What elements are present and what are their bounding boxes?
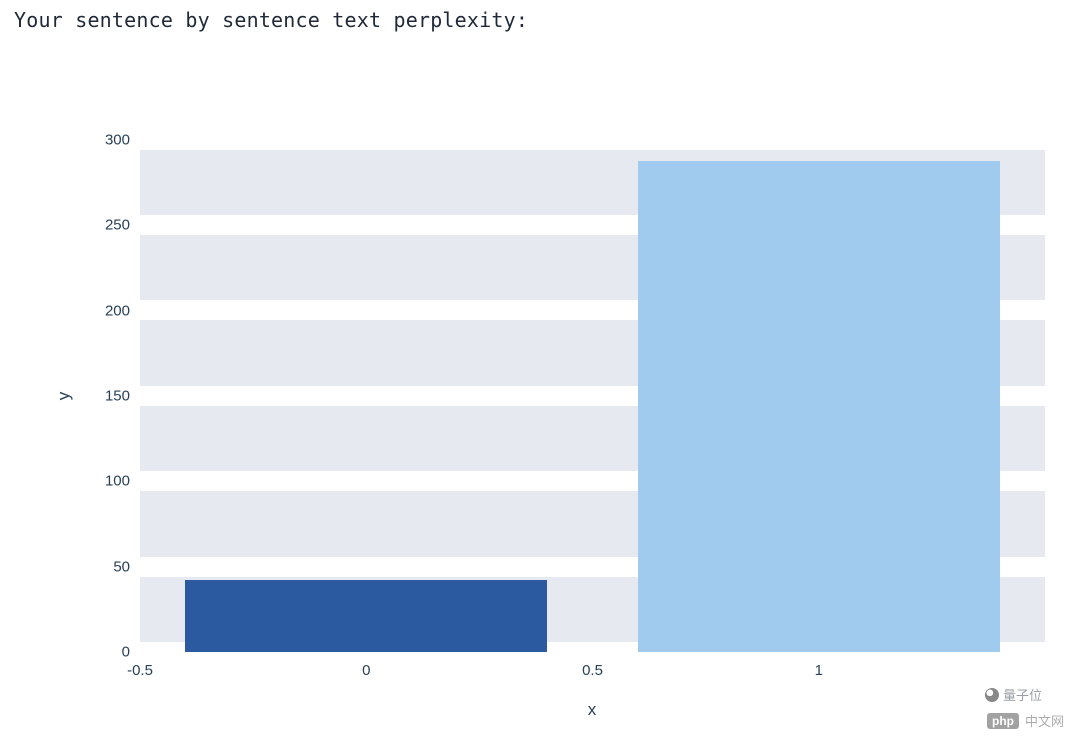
bar-1: [638, 161, 1000, 653]
y-tick-label: 100: [70, 473, 130, 490]
x-tick-label: 1: [815, 662, 823, 679]
watermark-source-text: 量子位: [1003, 685, 1042, 704]
gridline: [140, 130, 1045, 150]
y-tick-label: 200: [70, 302, 130, 319]
wechat-icon: [985, 688, 999, 702]
page-title: Your sentence by sentence text perplexit…: [0, 0, 1080, 32]
y-tick-label: 150: [70, 388, 130, 405]
y-tick-label: 250: [70, 217, 130, 234]
x-tick-label: 0: [362, 662, 370, 679]
watermark-brand-text: 中文网: [1025, 711, 1064, 730]
watermark-brand: php 中文网: [987, 711, 1064, 730]
php-badge: php: [987, 713, 1019, 729]
y-tick-label: 50: [70, 558, 130, 575]
watermark-source: 量子位: [985, 685, 1042, 704]
x-axis-label: x: [588, 700, 597, 720]
y-tick-label: 300: [70, 132, 130, 149]
bar-0: [185, 580, 547, 652]
x-tick-label: -0.5: [127, 662, 153, 679]
y-axis-label: y: [54, 392, 74, 401]
y-tick-label: 0: [70, 644, 130, 661]
x-tick-label: 0.5: [582, 662, 603, 679]
plot-area: [140, 140, 1045, 652]
perplexity-bar-chart: 0 50 100 150 200 250 300 -0.5 0 0.5 1 y …: [30, 60, 1060, 720]
